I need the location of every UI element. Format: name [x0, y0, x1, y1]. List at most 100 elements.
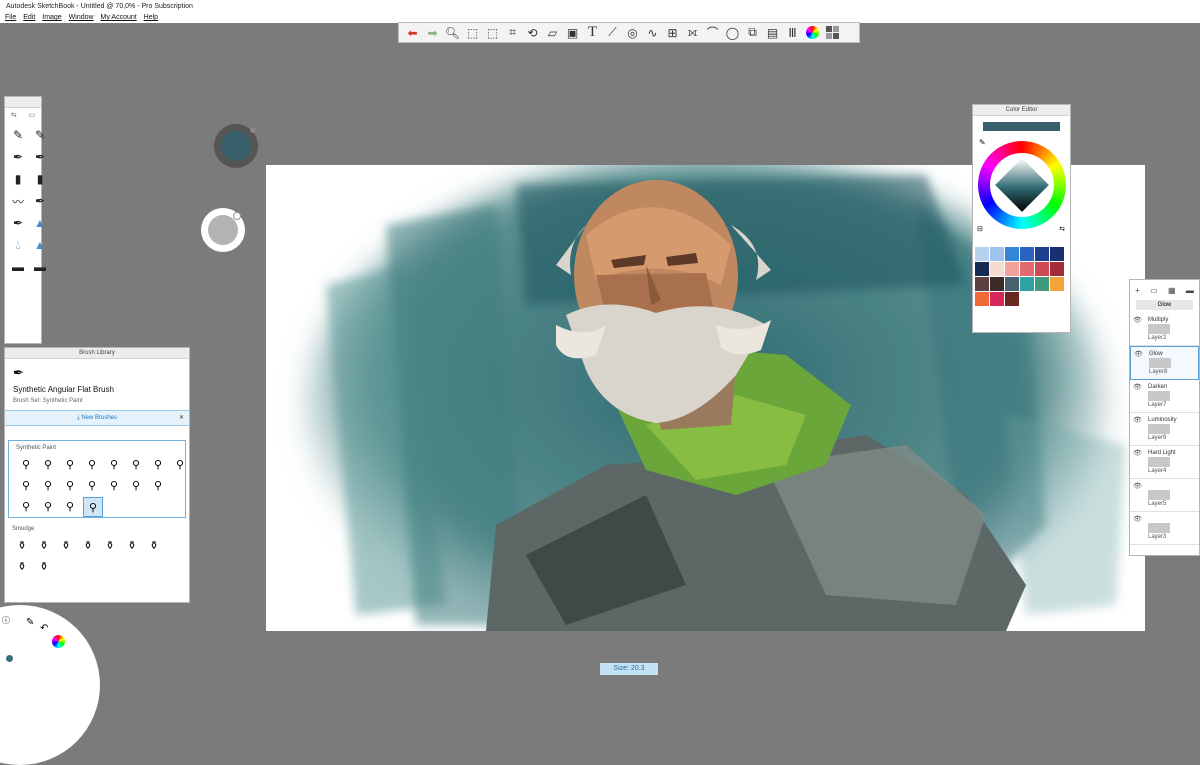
drop-brush-icon[interactable]: 💧︎: [10, 236, 26, 254]
brush-item[interactable]: ⚲: [17, 497, 35, 515]
brush-item[interactable]: ⚲: [127, 476, 145, 494]
eraser-icon[interactable]: ▬: [10, 258, 26, 276]
pen-brush-icon[interactable]: ✒: [32, 148, 48, 166]
color-swatch[interactable]: [1005, 277, 1019, 291]
brush-item[interactable]: ⚲: [17, 476, 35, 494]
brush-item[interactable]: ⚲: [149, 455, 167, 473]
menu-help[interactable]: Help: [144, 13, 158, 23]
color-swatch[interactable]: [1020, 247, 1034, 261]
text-icon[interactable]: T: [583, 24, 602, 41]
brush-item[interactable]: ⚲: [83, 455, 101, 473]
color-swatch[interactable]: [1005, 292, 1019, 306]
transform-icon[interactable]: ⟲: [523, 24, 542, 41]
ruler-icon[interactable]: ⟋: [603, 24, 622, 41]
pencil-brush-icon[interactable]: ✎: [32, 126, 48, 144]
distort-icon[interactable]: ▱: [543, 24, 562, 41]
menu-icon[interactable]: ▬: [1186, 286, 1194, 295]
layer-row[interactable]: 👁︎ Layer3: [1130, 512, 1199, 545]
color-wheel-icon[interactable]: [52, 635, 65, 648]
brush-puck[interactable]: [201, 208, 245, 252]
brush-item[interactable]: [167, 536, 185, 554]
brush-item[interactable]: ⚱: [123, 536, 141, 554]
layer-row[interactable]: 👁︎ Multiply Layer2: [1130, 313, 1199, 346]
layer-row[interactable]: 👁︎ Glow Layer8: [1130, 346, 1199, 380]
visibility-eye-icon[interactable]: 👁︎: [1133, 515, 1142, 523]
layer-row[interactable]: 👁︎ Hard Light Layer4: [1130, 446, 1199, 479]
color-swatch[interactable]: [1005, 262, 1019, 276]
color-swatch[interactable]: [1020, 277, 1034, 291]
visibility-eye-icon[interactable]: 👁︎: [1133, 449, 1142, 457]
pin-icon[interactable]: ⓘ: [2, 615, 10, 626]
brush-item[interactable]: ⚲: [105, 476, 123, 494]
color-swatch[interactable]: [990, 277, 1004, 291]
brush-icon[interactable]: ✎: [26, 617, 34, 628]
stroke-icon[interactable]: ⌒: [703, 24, 722, 41]
image-icon[interactable]: ▦: [1168, 286, 1176, 295]
menu-file[interactable]: File: [5, 13, 16, 23]
marker-brush-icon[interactable]: ▮: [10, 170, 26, 188]
swap-icon[interactable]: ⇆: [1059, 225, 1065, 233]
layer-row[interactable]: 👁︎ Luminosity Layer9: [1130, 413, 1199, 446]
brush-item[interactable]: ⚱: [79, 536, 97, 554]
color-swatch[interactable]: [1035, 277, 1049, 291]
select-icon[interactable]: ⬚: [463, 24, 482, 41]
brush-item[interactable]: ⚲: [83, 476, 101, 494]
brush-item-selected[interactable]: ⚲: [83, 497, 103, 517]
swap-icon[interactable]: ⇆: [11, 111, 17, 119]
triangle-brush-icon[interactable]: ▲: [32, 236, 48, 254]
add-layer-icon[interactable]: +: [1135, 286, 1140, 295]
fill-icon[interactable]: ▣: [563, 24, 582, 41]
color-swatch[interactable]: [1035, 247, 1049, 261]
triangle-brush-icon[interactable]: ▲: [32, 214, 48, 232]
brush-item[interactable]: ⚲: [39, 476, 57, 494]
undo-icon[interactable]: ↶: [40, 623, 48, 634]
color-puck[interactable]: [214, 124, 258, 168]
folder-icon[interactable]: ▭: [1150, 286, 1158, 295]
menu-window[interactable]: Window: [69, 13, 94, 23]
menu-edit[interactable]: Edit: [23, 13, 35, 23]
blend-mode-selector[interactable]: Glow: [1136, 300, 1193, 310]
undo-icon[interactable]: ⬅: [403, 24, 422, 41]
color-swatch[interactable]: [990, 262, 1004, 276]
layer-icon[interactable]: ▤: [763, 24, 782, 41]
ink-brush-icon[interactable]: ✒: [10, 214, 26, 232]
brush-item[interactable]: ⚲: [105, 455, 123, 473]
color-wheel[interactable]: ✎ ⊟ ⇆: [973, 137, 1070, 237]
color-swatch[interactable]: [1020, 262, 1034, 276]
brush-item[interactable]: ⚱: [13, 536, 31, 554]
brush-set-icon[interactable]: ▭: [29, 111, 36, 119]
color-swatch[interactable]: [1050, 247, 1064, 261]
lagoon-menu[interactable]: ✎ ↶ ⓘ: [0, 605, 100, 765]
brush-item[interactable]: ⚲: [61, 497, 79, 515]
crop-select-icon[interactable]: ⬚: [483, 24, 502, 41]
new-brushes-bar[interactable]: ⤓ New Brushes ✕: [5, 410, 189, 426]
visibility-eye-icon[interactable]: 👁︎: [1133, 316, 1142, 324]
copic-icon[interactable]: [823, 24, 842, 41]
pen-brush-icon[interactable]: ✒: [10, 148, 26, 166]
brush-item[interactable]: ⚱: [35, 557, 53, 575]
brush-item[interactable]: ⚱: [35, 536, 53, 554]
brush-item[interactable]: [171, 476, 189, 494]
color-swatch[interactable]: [1050, 262, 1064, 276]
ellipse-guide-icon[interactable]: ◎: [623, 24, 642, 41]
french-curve-icon[interactable]: ∿: [643, 24, 662, 41]
color-swatch[interactable]: [975, 292, 989, 306]
brush-item[interactable]: ⚱: [145, 536, 163, 554]
brush-item[interactable]: ⚲: [17, 455, 35, 473]
brush-item[interactable]: ⚲: [39, 455, 57, 473]
visibility-eye-icon[interactable]: 👁︎: [1133, 482, 1142, 490]
brush-item[interactable]: ⚲: [127, 455, 145, 473]
layer-row[interactable]: 👁︎ Layer5: [1130, 479, 1199, 512]
copy-icon[interactable]: ⧉: [743, 24, 762, 41]
color-swatch[interactable]: [990, 247, 1004, 261]
color-swatch[interactable]: [1035, 262, 1049, 276]
brush-item[interactable]: ⚲: [61, 476, 79, 494]
lasso-icon[interactable]: ◯: [723, 24, 742, 41]
zoom-icon[interactable]: 🔍︎: [443, 24, 462, 41]
brush-item[interactable]: ⚲: [171, 455, 189, 473]
ink-brush-icon[interactable]: ✒: [32, 192, 48, 210]
color-swatch[interactable]: [990, 292, 1004, 306]
visibility-eye-icon[interactable]: 👁︎: [1133, 383, 1142, 391]
color-swatch[interactable]: [975, 277, 989, 291]
visibility-eye-icon[interactable]: 👁︎: [1133, 416, 1142, 424]
